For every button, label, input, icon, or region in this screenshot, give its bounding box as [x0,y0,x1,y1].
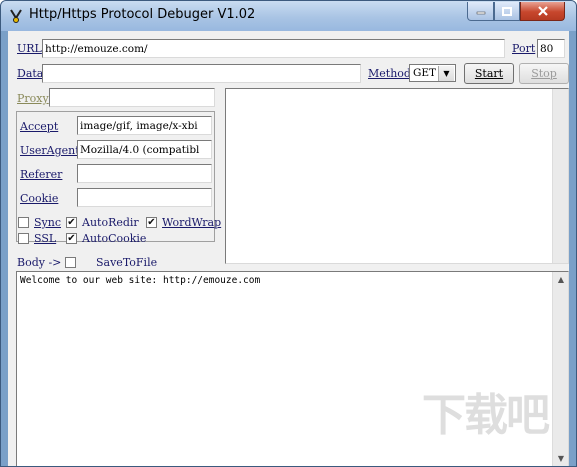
data-label: Data [17,67,44,80]
method-value: GET [413,67,437,79]
window-title: Http/Https Protocol Debuger V1.02 [29,7,256,22]
autocookie-label: AutoCookie [82,232,147,245]
watermark-logo: 下载吧 [422,390,550,441]
body-content: Welcome to our web site: http://emouze.c… [20,275,261,286]
autocookie-checkbox[interactable]: ✔ [66,233,77,244]
method-label: Method [368,67,411,80]
useragent-input[interactable]: Mozilla/4.0 (compatibl [77,140,212,159]
port-input[interactable]: 80 [537,39,565,58]
title-bar[interactable]: Http/Https Protocol Debuger V1.02 [1,1,576,31]
ssl-label: SSL [34,232,57,245]
useragent-label: UserAgent [20,144,80,157]
start-button[interactable]: Start [464,63,514,84]
sync-label: Sync [34,216,61,229]
wordwrap-checkbox[interactable]: ✔ [146,217,157,228]
header-scrollbar[interactable] [552,89,568,263]
close-button[interactable] [520,2,565,21]
referer-input[interactable] [77,164,212,183]
cookie-label: Cookie [20,192,59,205]
app-icon [10,9,22,23]
scroll-up-icon[interactable]: ▲ [554,273,568,287]
scroll-down-icon[interactable]: ▼ [554,452,568,466]
body-scrollbar[interactable]: ▲ ▼ [552,272,568,466]
client-area: URL http://emouze.com/ Port 80 Data Meth… [8,31,569,466]
minimize-button[interactable] [467,2,494,21]
cookie-input[interactable] [77,188,212,207]
data-input[interactable] [42,64,361,83]
method-select[interactable]: GET ▼ [409,64,456,82]
port-label: Port [512,42,536,55]
minimize-icon [476,11,485,15]
stop-button[interactable]: Stop [519,63,569,84]
body-label: Body -> [17,256,62,269]
maximize-button[interactable] [494,2,520,21]
sync-checkbox[interactable] [18,217,29,228]
url-label: URL [17,42,42,55]
ssl-checkbox[interactable] [18,233,29,244]
proxy-label: Proxy [17,92,49,105]
savetofile-label: SaveToFile [96,256,158,269]
url-input[interactable]: http://emouze.com/ [42,39,505,58]
accept-label: Accept [20,120,59,133]
app-window: Http/Https Protocol Debuger V1.02 URL ht… [0,0,577,467]
maximize-icon [502,6,512,16]
proxy-input[interactable] [49,88,215,107]
response-body-panel[interactable]: Welcome to our web site: http://emouze.c… [16,271,569,466]
autoredir-label: AutoRedir [82,216,139,229]
response-header-panel[interactable] [225,88,569,264]
accept-input[interactable]: image/gif, image/x-xbi [77,116,212,135]
chevron-down-icon[interactable]: ▼ [438,66,454,81]
wordwrap-label: WordWrap [162,216,222,229]
referer-label: Referer [20,168,63,181]
autoredir-checkbox[interactable]: ✔ [66,217,77,228]
close-icon [537,6,548,16]
savetofile-checkbox[interactable] [65,257,76,268]
